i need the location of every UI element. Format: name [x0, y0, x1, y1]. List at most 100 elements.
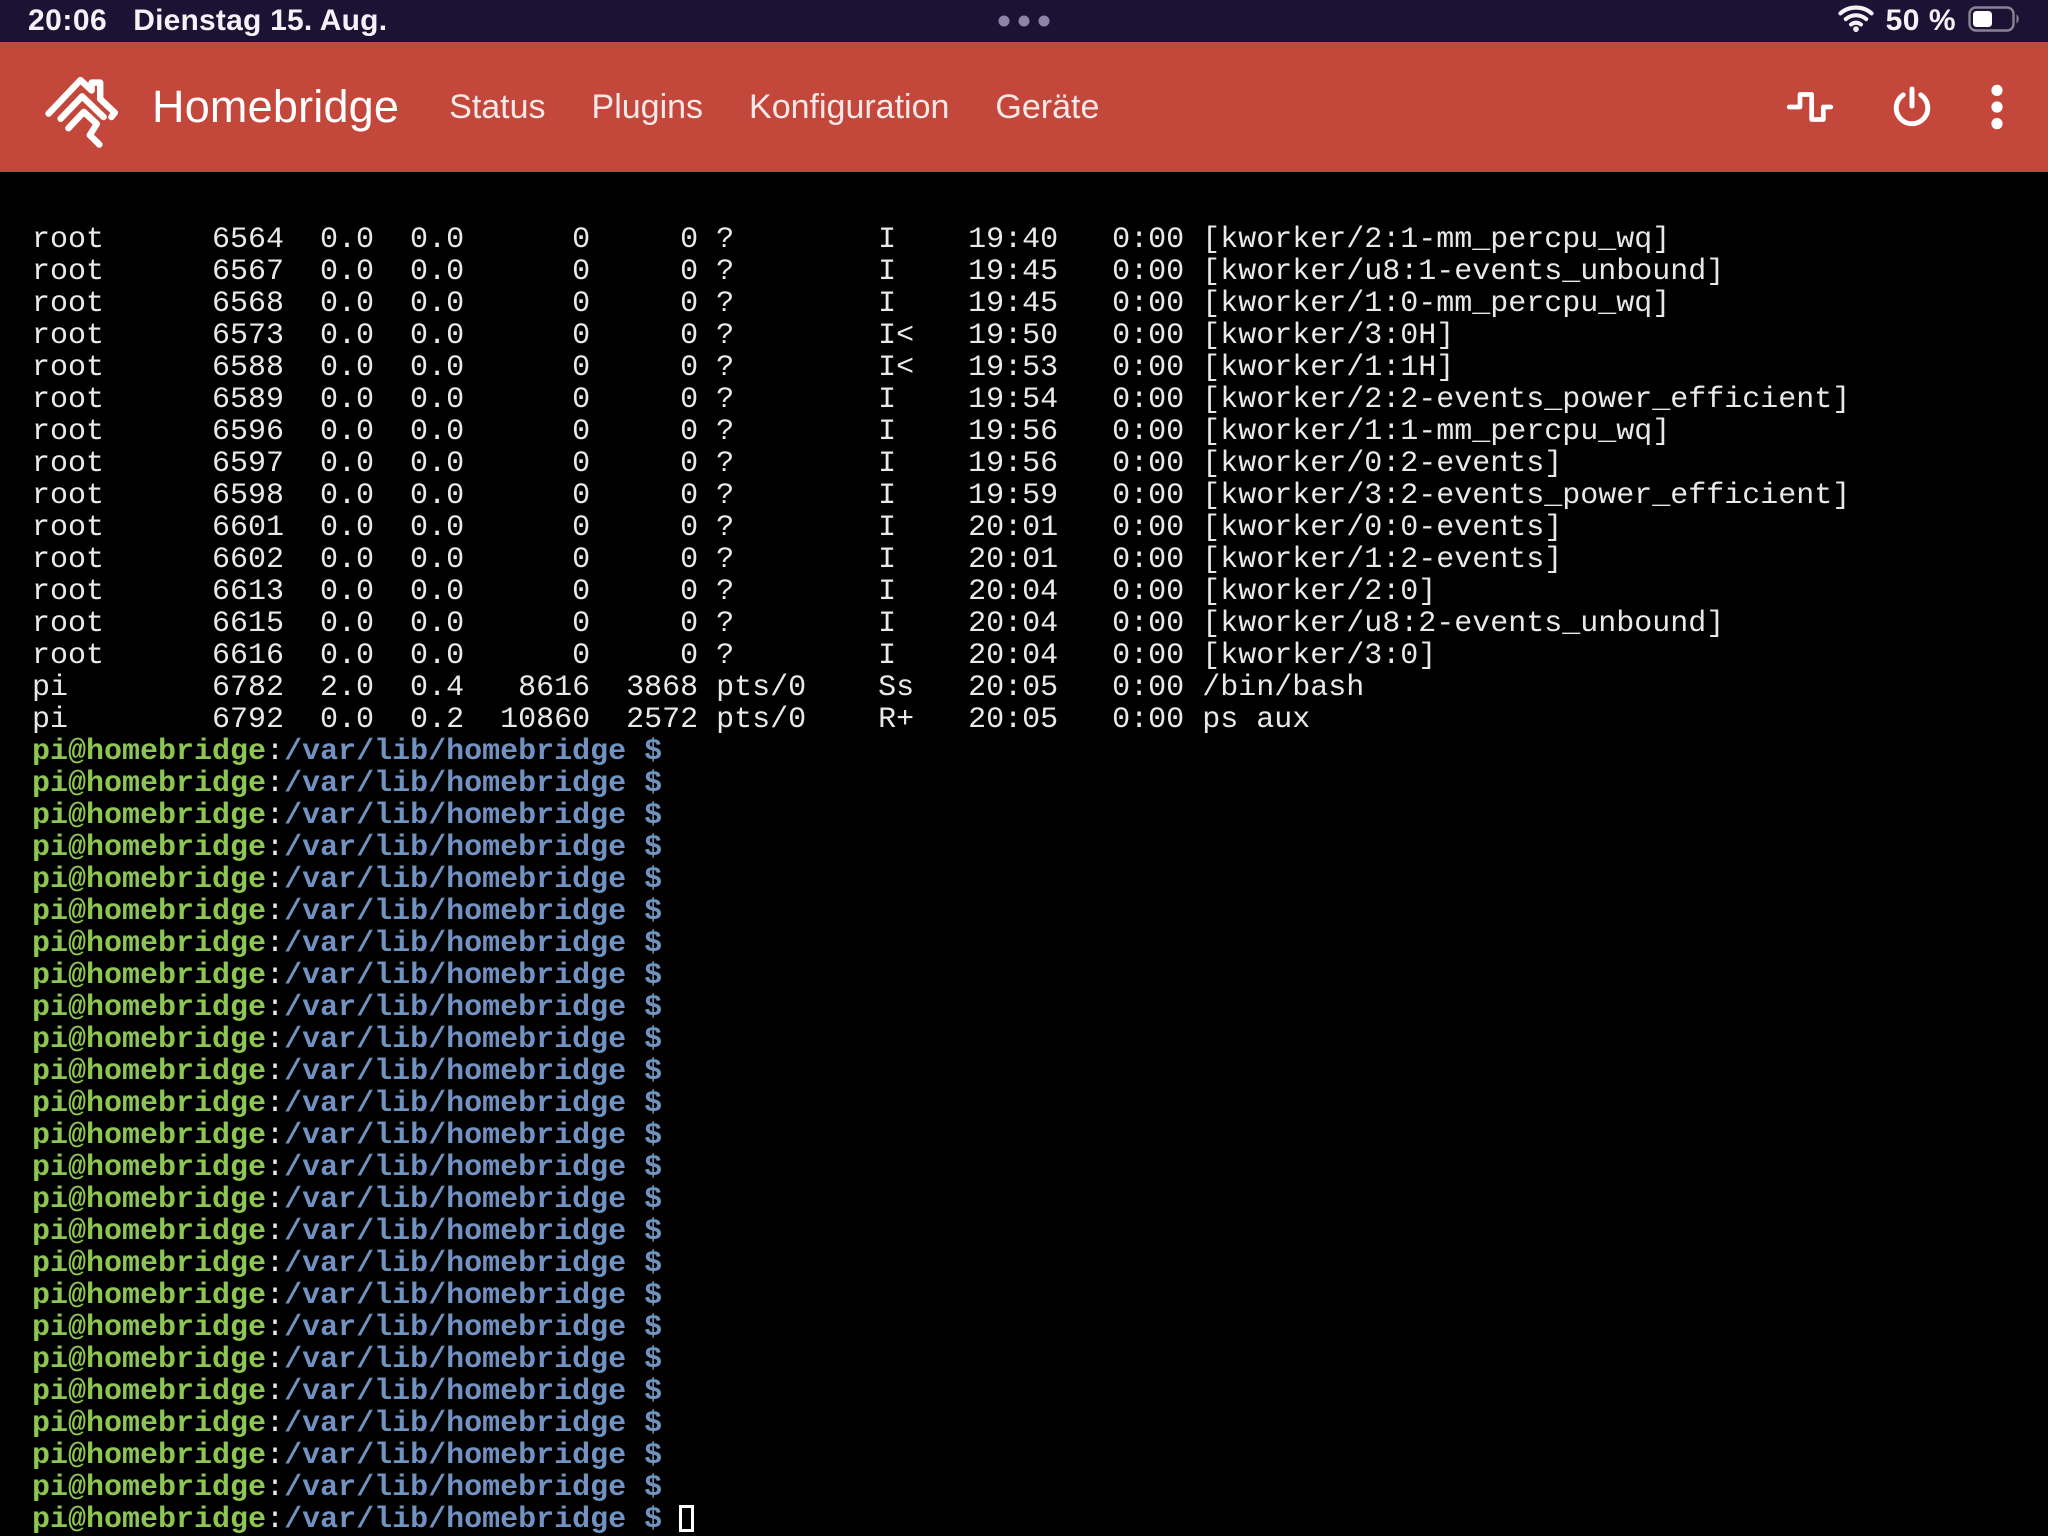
prompt-path: /var/lib/homebridge $ — [284, 799, 662, 833]
nav-geraete[interactable]: Geräte — [995, 88, 1099, 127]
prompt-separator: : — [266, 1471, 284, 1505]
prompt-path: /var/lib/homebridge $ — [284, 1279, 662, 1313]
prompt-path: /var/lib/homebridge $ — [284, 1471, 662, 1505]
terminal-prompt-line: pi@homebridge:/var/lib/homebridge $ — [32, 1216, 2048, 1248]
prompt-separator: : — [266, 1503, 284, 1536]
prompt-separator: : — [266, 959, 284, 993]
nav-plugins[interactable]: Plugins — [592, 88, 704, 127]
terminal-prompt-line: pi@homebridge:/var/lib/homebridge $ — [32, 896, 2048, 928]
terminal-output[interactable]: root 6564 0.0 0.0 0 0 ? I 19:40 0:00 [kw… — [0, 172, 2048, 1536]
terminal-prompt-line: pi@homebridge:/var/lib/homebridge $ — [32, 1088, 2048, 1120]
prompt-path: /var/lib/homebridge $ — [284, 735, 662, 769]
prompt-separator: : — [266, 1311, 284, 1345]
prompt-separator: : — [266, 991, 284, 1025]
prompt-separator: : — [266, 1439, 284, 1473]
prompt-separator: : — [266, 1183, 284, 1217]
prompt-path: /var/lib/homebridge $ — [284, 1087, 662, 1121]
terminal-ps-line: root 6568 0.0 0.0 0 0 ? I 19:45 0:00 [kw… — [32, 288, 2048, 320]
prompt-separator: : — [266, 767, 284, 801]
prompt-user-host: pi@homebridge — [32, 991, 266, 1025]
prompt-separator: : — [266, 1375, 284, 1409]
terminal-prompt-line: pi@homebridge:/var/lib/homebridge $ — [32, 1056, 2048, 1088]
prompt-path: /var/lib/homebridge $ — [284, 1503, 662, 1536]
terminal-ps-line: root 6598 0.0 0.0 0 0 ? I 19:59 0:00 [kw… — [32, 480, 2048, 512]
prompt-user-host: pi@homebridge — [32, 1215, 266, 1249]
terminal-prompt-line: pi@homebridge:/var/lib/homebridge $ — [32, 1024, 2048, 1056]
prompt-user-host: pi@homebridge — [32, 1375, 266, 1409]
handle-dot — [1019, 16, 1030, 27]
prompt-path: /var/lib/homebridge $ — [284, 1311, 662, 1345]
prompt-path: /var/lib/homebridge $ — [284, 863, 662, 897]
terminal-prompt-line: pi@homebridge:/var/lib/homebridge $ — [32, 1248, 2048, 1280]
terminal-prompt-line: pi@homebridge:/var/lib/homebridge $ — [32, 1120, 2048, 1152]
terminal-prompt-line: pi@homebridge:/var/lib/homebridge $ — [32, 1152, 2048, 1184]
terminal-ps-line: root 6573 0.0 0.0 0 0 ? I< 19:50 0:00 [k… — [32, 320, 2048, 352]
status-clock: 20:06 — [28, 4, 107, 38]
overflow-menu-icon[interactable] — [1990, 84, 2004, 130]
prompt-separator: : — [266, 1119, 284, 1153]
terminal-prompt-line: pi@homebridge:/var/lib/homebridge $ — [32, 1184, 2048, 1216]
terminal-cursor — [679, 1505, 694, 1532]
prompt-user-host: pi@homebridge — [32, 1343, 266, 1377]
terminal-prompt-line: pi@homebridge:/var/lib/homebridge $ — [32, 832, 2048, 864]
prompt-separator: : — [266, 1215, 284, 1249]
prompt-separator: : — [266, 1055, 284, 1089]
prompt-path: /var/lib/homebridge $ — [284, 991, 662, 1025]
terminal-ps-line: root 6602 0.0 0.0 0 0 ? I 20:01 0:00 [kw… — [32, 544, 2048, 576]
prompt-separator: : — [266, 799, 284, 833]
prompt-separator: : — [266, 1151, 284, 1185]
terminal-ps-line: root 6588 0.0 0.0 0 0 ? I< 19:53 0:00 [k… — [32, 352, 2048, 384]
prompt-separator: : — [266, 1023, 284, 1057]
terminal-prompt-line: pi@homebridge:/var/lib/homebridge $ — [32, 1312, 2048, 1344]
prompt-user-host: pi@homebridge — [32, 1247, 266, 1281]
prompt-path: /var/lib/homebridge $ — [284, 1439, 662, 1473]
prompt-separator: : — [266, 863, 284, 897]
prompt-user-host: pi@homebridge — [32, 927, 266, 961]
terminal-ps-line: root 6589 0.0 0.0 0 0 ? I 19:54 0:00 [kw… — [32, 384, 2048, 416]
terminal-ps-line: root 6616 0.0 0.0 0 0 ? I 20:04 0:00 [kw… — [32, 640, 2048, 672]
terminal-prompt-line: pi@homebridge:/var/lib/homebridge $ — [32, 864, 2048, 896]
prompt-path: /var/lib/homebridge $ — [284, 767, 662, 801]
prompt-user-host: pi@homebridge — [32, 1407, 266, 1441]
prompt-user-host: pi@homebridge — [32, 735, 266, 769]
prompt-path: /var/lib/homebridge $ — [284, 1215, 662, 1249]
prompt-user-host: pi@homebridge — [32, 1119, 266, 1153]
terminal-prompt-line: pi@homebridge:/var/lib/homebridge $ — [32, 1344, 2048, 1376]
nav-konfiguration[interactable]: Konfiguration — [749, 88, 949, 127]
status-date: Dienstag 15. Aug. — [133, 4, 387, 38]
terminal-prompt-line: pi@homebridge:/var/lib/homebridge $ — [32, 1472, 2048, 1504]
multitasking-handle[interactable] — [999, 16, 1050, 27]
prompt-user-host: pi@homebridge — [32, 1055, 266, 1089]
prompt-path: /var/lib/homebridge $ — [284, 1119, 662, 1153]
prompt-separator: : — [266, 927, 284, 961]
homebridge-logo-icon — [40, 62, 126, 153]
prompt-path: /var/lib/homebridge $ — [284, 1055, 662, 1089]
prompt-separator: : — [266, 1279, 284, 1313]
app-header: Homebridge Status Plugins Konfiguration … — [0, 42, 2048, 172]
prompt-path: /var/lib/homebridge $ — [284, 1375, 662, 1409]
terminal-prompt-line: pi@homebridge:/var/lib/homebridge $ — [32, 1280, 2048, 1312]
power-icon[interactable] — [1890, 85, 1934, 129]
prompt-user-host: pi@homebridge — [32, 799, 266, 833]
prompt-user-host: pi@homebridge — [32, 863, 266, 897]
battery-icon — [1968, 6, 2020, 37]
brand[interactable]: Homebridge — [40, 62, 399, 153]
prompt-path: /var/lib/homebridge $ — [284, 1247, 662, 1281]
prompt-user-host: pi@homebridge — [32, 895, 266, 929]
terminal-ps-line: root 6564 0.0 0.0 0 0 ? I 19:40 0:00 [kw… — [32, 224, 2048, 256]
nav-status[interactable]: Status — [449, 88, 545, 127]
terminal-ps-line: root 6596 0.0 0.0 0 0 ? I 19:56 0:00 [kw… — [32, 416, 2048, 448]
terminal-prompt-line: pi@homebridge:/var/lib/homebridge $ — [32, 800, 2048, 832]
terminal-prompt-line: pi@homebridge:/var/lib/homebridge $ — [32, 1440, 2048, 1472]
prompt-separator: : — [266, 1247, 284, 1281]
activity-pulse-icon[interactable] — [1786, 87, 1834, 127]
terminal-ps-line: root 6613 0.0 0.0 0 0 ? I 20:04 0:00 [kw… — [32, 576, 2048, 608]
prompt-path: /var/lib/homebridge $ — [284, 1151, 662, 1185]
prompt-user-host: pi@homebridge — [32, 1311, 266, 1345]
prompt-user-host: pi@homebridge — [32, 1183, 266, 1217]
ios-status-bar: 20:06 Dienstag 15. Aug. 50 % — [0, 0, 2048, 42]
handle-dot — [1039, 16, 1050, 27]
main-nav: Status Plugins Konfiguration Geräte — [449, 88, 1099, 127]
terminal-prompt-line: pi@homebridge:/var/lib/homebridge $ — [32, 928, 2048, 960]
prompt-user-host: pi@homebridge — [32, 1439, 266, 1473]
